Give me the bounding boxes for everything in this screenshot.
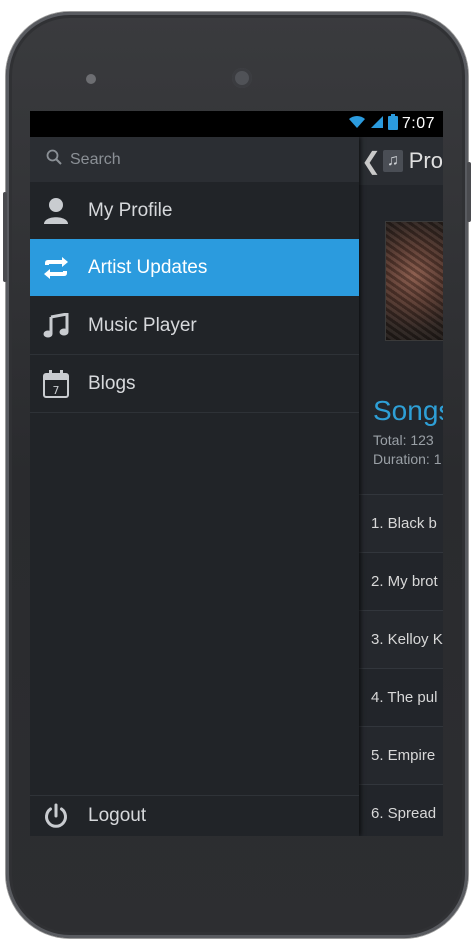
volume-button <box>3 192 7 282</box>
song-title: 1. Black b <box>371 515 437 532</box>
navigation-drawer: Search My Profile Artist Updates Music P… <box>30 137 359 836</box>
calendar-icon: 7 <box>42 369 70 398</box>
drawer-item-blogs[interactable]: 7 Blogs <box>30 355 359 413</box>
status-time: 7:07 <box>401 115 435 132</box>
power-side-button <box>467 162 471 222</box>
sensor-dot <box>86 74 96 84</box>
drawer-item-my-profile[interactable]: My Profile <box>30 182 359 240</box>
search-input[interactable]: Search <box>46 149 121 170</box>
music-note-icon <box>42 312 70 340</box>
song-row[interactable]: 1. Black b <box>359 494 443 552</box>
song-row[interactable]: 4. The pul <box>359 668 443 726</box>
drawer-item-label: My Profile <box>88 199 173 221</box>
svg-text:7: 7 <box>53 384 60 397</box>
drawer-item-label: Blogs <box>88 372 136 394</box>
drawer-item-music-player[interactable]: Music Player <box>30 297 359 355</box>
signal-icon <box>370 115 384 134</box>
phone-screen: 7:07 ❮ ♫ Pro Songs Total: 123 Duration: … <box>30 111 443 836</box>
song-row[interactable]: 3. Kelloy K <box>359 610 443 668</box>
drawer-item-artist-updates[interactable]: Artist Updates <box>30 239 359 296</box>
drawer-item-logout[interactable]: Logout <box>30 795 359 836</box>
drawer-search-bar[interactable]: Search <box>30 137 359 182</box>
music-app-icon: ♫ <box>383 150 403 172</box>
search-placeholder: Search <box>70 150 121 168</box>
status-bar: 7:07 <box>30 111 443 137</box>
background-title: Pro <box>408 148 443 173</box>
user-icon <box>42 197 70 225</box>
song-title: 4. The pul <box>371 689 438 706</box>
song-title: 6. Spread <box>371 805 437 822</box>
back-chevron-icon[interactable]: ❮ <box>361 147 381 176</box>
song-title: 2. My brot <box>371 573 438 590</box>
background-action-bar[interactable]: ❮ ♫ Pro <box>359 137 443 185</box>
wifi-icon <box>348 115 366 134</box>
album-art-image[interactable] <box>385 221 443 341</box>
drawer-item-label: Music Player <box>88 314 197 336</box>
front-camera <box>232 68 252 88</box>
power-icon <box>42 802 70 830</box>
songs-duration: Duration: 1 <box>373 451 442 467</box>
song-title: 5. Empire <box>371 747 436 764</box>
repeat-icon <box>42 254 70 282</box>
search-icon <box>46 149 62 170</box>
logout-label: Logout <box>88 805 147 826</box>
battery-icon <box>387 113 398 135</box>
songs-heading: Songs <box>373 395 443 426</box>
song-row[interactable]: 5. Empire <box>359 726 443 784</box>
drawer-item-label: Artist Updates <box>88 256 208 278</box>
songs-total: Total: 123 <box>373 432 434 448</box>
song-row[interactable]: 2. My brot <box>359 552 443 610</box>
songs-list: 1. Black b 2. My brot 3. Kelloy K 4. The… <box>359 494 443 836</box>
background-screen: ❮ ♫ Pro Songs Total: 123 Duration: 1 1. … <box>359 137 443 836</box>
song-row[interactable]: 6. Spread <box>359 784 443 836</box>
song-title: 3. Kelloy K <box>371 631 443 648</box>
